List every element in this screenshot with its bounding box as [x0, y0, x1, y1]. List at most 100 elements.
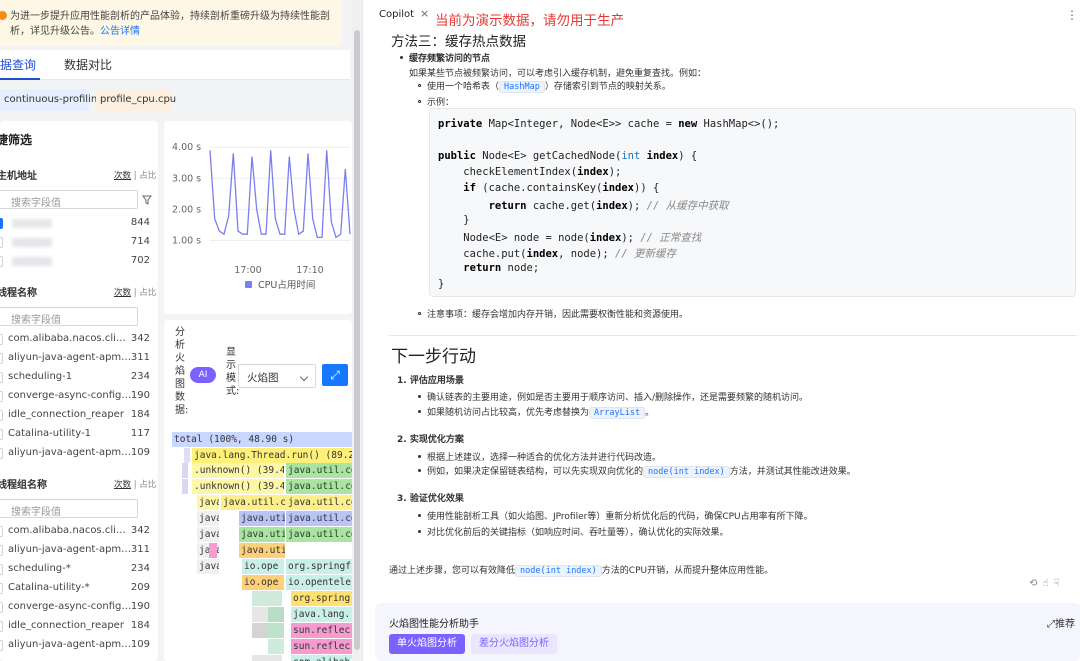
more-icon[interactable]: ⋮ — [1066, 8, 1078, 22]
upgrade-notice: 为进一步提升应用性能剖析的产品体验，持续剖析重磅升级为持续性能剖 析，详见升级公… — [0, 0, 342, 46]
thread-group-row[interactable]: scheduling-* 234 — [0, 561, 152, 579]
active-tab-indicator — [0, 78, 40, 80]
thread-toggle[interactable]: 次数 | 占比 — [114, 286, 156, 298]
close-icon[interactable]: × — [420, 7, 429, 20]
thread-group-row[interactable]: idle_connection_reaper 184 — [0, 618, 152, 636]
notice-link[interactable]: 公告详情 — [100, 26, 140, 37]
thread-group-row[interactable]: com.alibaba.nacos.client.... 342 — [0, 523, 152, 541]
legend-label[interactable]: CPU占用时间 — [258, 279, 315, 291]
flame-frame[interactable]: io.ope — [242, 575, 284, 590]
thread-row[interactable]: aliyun-java-agent-apm-A... 311 — [0, 350, 152, 368]
y-tick-label: 4.00 s — [172, 142, 201, 153]
host-row[interactable]: 714 — [0, 234, 152, 252]
tab-data-compare[interactable]: 数据对比 — [64, 56, 112, 73]
host-row[interactable]: 844 — [0, 215, 152, 233]
thread-group-row[interactable]: Catalina-utility-* 209 — [0, 580, 152, 598]
flame-frame[interactable]: java.util.co — [286, 495, 352, 510]
info-icon — [0, 11, 7, 20]
copy-icon: ⟲ — [1029, 578, 1043, 589]
step-item: 使用性能剖析工具（如火焰图、JProfiler等）重新分析优化后的代码，确保CP… — [427, 512, 813, 522]
recommend-toggle[interactable]: ⤢推荐 — [1047, 615, 1075, 630]
demo-data-warning: 当前为演示数据，请勿用于生产 — [435, 13, 624, 29]
filter-icon[interactable] — [142, 195, 152, 205]
flame-frame[interactable]: java.util.co — [286, 511, 352, 526]
thread-search-input[interactable]: 搜索字段值 — [0, 307, 138, 326]
profiling-pane: 为进一步提升应用性能剖析的产品体验，持续剖析重磅升级为持续性能剖 析，详见升级公… — [0, 0, 362, 661]
thread-row[interactable]: converge-async-config-p... 190 — [0, 388, 152, 406]
flame-frame[interactable]: java.util.co — [221, 495, 286, 510]
flame-frame[interactable] — [268, 623, 284, 638]
host-toggle[interactable]: 次数 | 占比 — [114, 169, 156, 181]
thread-row[interactable]: scheduling-1 234 — [0, 369, 152, 387]
flame-frame[interactable]: .unknown() (39.4 — [192, 479, 284, 494]
flame-frame[interactable]: java — [197, 527, 219, 542]
flame-frame[interactable]: java.lang. — [291, 607, 352, 622]
flame-frame[interactable]: com.alibab — [291, 655, 352, 661]
flame-frame[interactable] — [268, 607, 284, 622]
thread-group-search-input[interactable]: 搜索字段值 — [0, 499, 138, 518]
flame-frame[interactable]: java — [197, 559, 219, 574]
flame-frame[interactable] — [182, 463, 188, 478]
cpu-time-chart: 4.00 s 3.00 s 2.00 s 1.00 s 17:00 17:10 CPU占用时… — [172, 142, 351, 291]
feedback-icons[interactable]: ⟲☝☟ — [1029, 578, 1065, 589]
flame-frame[interactable]: java.util.co — [286, 463, 352, 478]
flame-frame[interactable]: java.util.co — [286, 527, 352, 542]
cpu-chart-panel: 4.00 s 3.00 s 2.00 s 1.00 s 17:00 17:10 CPU占用时… — [164, 121, 352, 314]
flame-frame[interactable] — [252, 607, 268, 622]
flame-frame[interactable]: sun.reflec — [291, 639, 352, 654]
x-tick-label: 17:10 — [296, 265, 323, 276]
expand-icon[interactable]: ⤢ — [322, 364, 348, 386]
flame-frame[interactable] — [268, 639, 284, 654]
flame-frame[interactable]: java.util.co — [239, 527, 285, 542]
single-flame-analysis-button[interactable]: 单火焰图分析 — [389, 634, 465, 654]
flame-frame[interactable]: java.util.co — [239, 511, 285, 526]
flame-frame[interactable]: java.util.co — [239, 543, 285, 558]
tab-data-query[interactable]: 据查询 — [0, 56, 36, 73]
tag-profile-cpu[interactable]: profile_cpu.cpu — [96, 89, 176, 111]
divider — [389, 335, 1077, 336]
tag-continuous-profiling[interactable]: continuous-profiling — [0, 89, 104, 111]
y-tick-label: 1.00 s — [172, 235, 201, 246]
host-row[interactable]: 702 — [0, 253, 152, 271]
thread-group-row[interactable]: converge-async-config-p... 190 — [0, 599, 152, 617]
host-search-input[interactable]: 搜索字段值 — [0, 190, 138, 209]
thread-row[interactable]: com.alibaba.nacos.client.... 342 — [0, 331, 152, 349]
flame-frame[interactable]: java — [197, 511, 219, 526]
step-item: 根据上述建议，选择一种适合的优化方法并进行代码改造。 — [427, 453, 662, 463]
flame-frame[interactable]: io.ope — [242, 559, 284, 574]
thumb-up-icon: ☝ — [1042, 578, 1054, 589]
flame-frame[interactable] — [182, 479, 188, 494]
scrollbar-thumb[interactable] — [354, 30, 360, 650]
flame-frame[interactable]: java.util.co — [286, 479, 352, 494]
flame-frame[interactable] — [184, 448, 190, 463]
diff-flame-analysis-button[interactable]: 差分火焰图分析 — [471, 634, 557, 654]
display-mode-label: 显示模式: — [226, 347, 240, 397]
display-mode-select[interactable]: 火焰图 — [238, 364, 316, 388]
flame-frame[interactable]: java — [197, 495, 219, 510]
thread-group-row[interactable]: aliyun-java-agent-apm-A... 311 — [0, 542, 152, 560]
thread-row[interactable]: Catalina-utility-1 117 — [0, 426, 152, 444]
step-title: 2. 实现优化方案 — [397, 435, 464, 445]
thread-group-row[interactable]: aliyun-java-agent-apm-A... 109 — [0, 637, 152, 655]
summary-text: 通过上述步骤，您可以有效降低 node(int index) 方法的CPU开销，从而… — [389, 565, 774, 577]
thread-row[interactable]: aliyun-java-agent-apm-A... 109 — [0, 445, 152, 463]
thread-row[interactable]: idle_connection_reaper 184 — [0, 407, 152, 425]
ai-analyze-button[interactable]: AI — [190, 367, 216, 383]
notice-line-2: 析，详见升级公告。 — [10, 26, 100, 37]
quick-filter-panel: 捷筛选 主机地址 次数 | 占比 搜索字段值 844 714 702 线程名称 … — [0, 121, 158, 661]
step-title: 3. 验证优化效果 — [397, 494, 464, 504]
flame-frame[interactable]: total (100%, 48.90 s) — [172, 432, 352, 447]
flame-frame[interactable]: java.lang.Thread.run() (89.28 — [192, 448, 352, 463]
flame-frame[interactable] — [252, 623, 268, 638]
flame-frame[interactable] — [252, 591, 282, 606]
flame-frame[interactable]: org.spring — [291, 591, 352, 606]
flame-frame[interactable] — [252, 655, 282, 661]
flame-frame[interactable]: .unknown() (39.4 — [192, 463, 284, 478]
flame-frame[interactable] — [209, 543, 217, 558]
flame-frame[interactable]: io.opentele — [286, 575, 352, 590]
flame-frame[interactable]: sun.reflec — [291, 623, 352, 638]
thread-group-toggle[interactable]: 次数 | 占比 — [114, 478, 156, 490]
code-block: private Map<Integer, Node<E>> cache = ne… — [429, 108, 1076, 297]
quick-filter-title: 捷筛选 — [0, 133, 33, 147]
flame-frame[interactable]: org.springf — [286, 559, 352, 574]
